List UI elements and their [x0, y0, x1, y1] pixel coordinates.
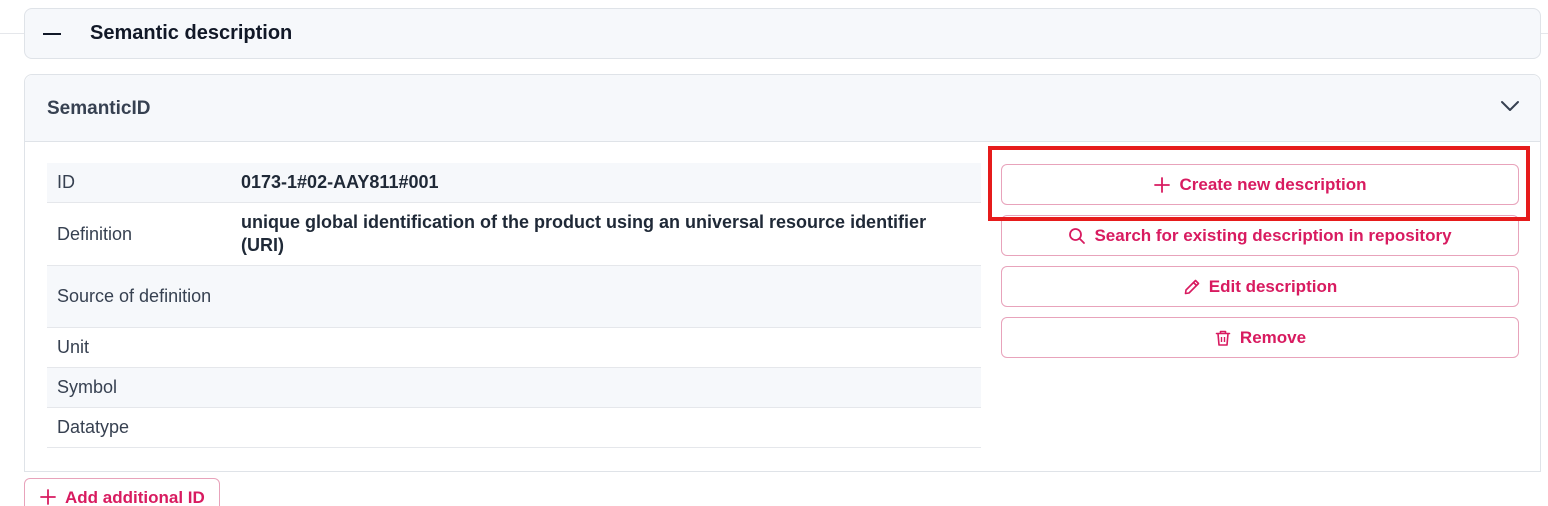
row-key: ID: [57, 172, 75, 192]
semantic-info-table: ID 0173-1#02-AAY811#001 Definition uniqu…: [47, 163, 981, 448]
remove-button[interactable]: Remove: [1001, 317, 1519, 358]
panel-title: SemanticID: [47, 98, 151, 119]
table-row-unit: Unit: [47, 328, 981, 368]
row-key: Unit: [57, 337, 90, 357]
row-value: [231, 328, 981, 368]
row-key: Symbol: [57, 377, 118, 397]
table-row-definition: Definition unique global identification …: [47, 203, 981, 266]
edit-description-label: Edit description: [1208, 276, 1338, 296]
semantic-description-header[interactable]: Semantic description: [24, 8, 1541, 59]
create-description-button[interactable]: Create new description: [1001, 164, 1519, 205]
row-value: unique global identification of the prod…: [241, 212, 927, 255]
chevron-down-icon[interactable]: [1500, 99, 1520, 113]
remove-label: Remove: [1239, 327, 1307, 347]
add-additional-id-button[interactable]: Add additional ID: [24, 478, 220, 506]
row-key: Datatype: [57, 417, 130, 437]
semantic-id-panel: SemanticID ID 0173-1#02-AAY811#001 Defin…: [24, 74, 1541, 472]
row-value: 0173-1#02-AAY811#001: [241, 172, 439, 192]
section-title: Semantic description: [90, 22, 293, 44]
create-description-label: Create new description: [1179, 174, 1367, 194]
plus-icon: [1154, 176, 1171, 193]
search-repository-label: Search for existing description in repos…: [1094, 225, 1452, 245]
row-value: [231, 266, 981, 328]
search-repository-button[interactable]: Search for existing description in repos…: [1001, 215, 1519, 256]
edit-description-button[interactable]: Edit description: [1001, 266, 1519, 307]
row-key: Definition: [57, 223, 133, 244]
row-value: [231, 408, 981, 448]
row-value: [231, 368, 981, 408]
plus-icon: [40, 489, 56, 505]
table-row-datatype: Datatype: [47, 408, 981, 448]
pencil-icon: [1184, 279, 1200, 294]
search-icon: [1069, 227, 1086, 244]
minus-icon[interactable]: [43, 33, 61, 35]
add-additional-id-label: Add additional ID: [65, 488, 205, 506]
semantic-id-panel-header[interactable]: SemanticID: [25, 75, 1540, 142]
table-row-id: ID 0173-1#02-AAY811#001: [47, 163, 981, 203]
row-key: Source of definition: [57, 286, 212, 306]
table-row-source: Source of definition: [47, 265, 981, 328]
trash-icon: [1215, 330, 1231, 346]
table-row-symbol: Symbol: [47, 367, 981, 408]
